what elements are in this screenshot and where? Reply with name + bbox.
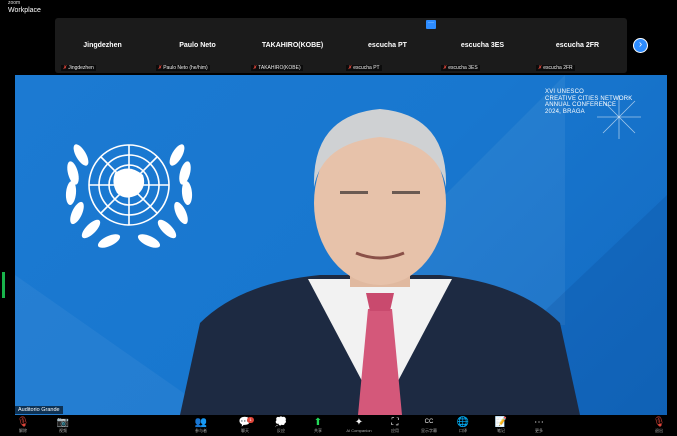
notes-icon: 📝 [494, 417, 508, 428]
title-bar: zoom Workplace [0, 0, 677, 18]
toolbar-label: 口译 [459, 428, 467, 433]
muted-mic-icon: 🎙 [16, 417, 30, 428]
participant-tile[interactable]: TAKAHIRO(KOBE) ✗TAKAHIRO(KOBE) [245, 18, 340, 73]
strip-view-toggle[interactable]: ··· [426, 20, 436, 29]
participant-name: Jingdezhen [83, 42, 122, 49]
muted-mic-icon: ✗ [253, 65, 258, 71]
muted-mic-icon: ✗ [348, 65, 353, 71]
participant-name: Paulo Neto [179, 42, 216, 49]
muted-mic-icon: ✗ [158, 65, 163, 71]
toolbar-label: 退出 [655, 428, 663, 433]
captions-icon: CC [424, 419, 434, 425]
chat-icon: 💬 [238, 417, 252, 428]
chat-count-badge: 1 [247, 417, 254, 423]
participant-name: escucha PT [368, 42, 407, 49]
leave-icon: 🎙 [652, 417, 666, 428]
participant-tile[interactable]: escucha 3ES ✗escucha 3ES [435, 18, 530, 73]
participant-name: escucha 3ES [460, 42, 505, 49]
left-edge-indicator [2, 272, 5, 298]
muted-mic-icon: ✗ [63, 65, 68, 71]
sunburst-logo-icon [597, 95, 641, 139]
meeting-toolbar: 🎙 解除 📷 视频 👥 参与者 1 💬 聊天 💭 反应 ⬆ 共享 ✦ AI Co… [0, 416, 677, 436]
toolbar-label: AI Companion [346, 428, 372, 433]
captions-button[interactable]: CC 显示字幕 [414, 417, 444, 436]
participant-name-tag: ✗Paulo Neto (he/him) [156, 65, 210, 71]
share-button[interactable]: ⬆ 共享 [303, 417, 333, 436]
toolbar-label: 聊天 [241, 428, 249, 433]
toolbar-label: 视频 [59, 428, 67, 433]
participant-name-tag: ✗escucha 2FR [536, 65, 575, 71]
toolbar-label: 更多 [535, 428, 543, 433]
reaction-icon: 💭 [274, 417, 288, 428]
toolbar-label: 参与者 [195, 428, 207, 433]
participant-tile[interactable]: escucha 2FR ✗escucha 2FR [530, 18, 625, 73]
interpretation-button[interactable]: 🌐 口译 [448, 417, 478, 436]
apps-icon: ⛶ [391, 417, 399, 428]
leave-button[interactable]: 🎙 退出 [644, 417, 674, 436]
speaker-name-tag: Auditorio Grande [15, 406, 63, 414]
share-screen-icon: ⬆ [313, 417, 323, 428]
toolbar-label: 反应 [277, 428, 285, 433]
toolbar-label: 笔记 [497, 428, 505, 433]
toolbar-label: 共享 [314, 428, 322, 433]
participant-name-tag: ✗Jingdezhen [61, 65, 96, 71]
participants-icon: 👥 [194, 417, 208, 428]
ai-companion-button[interactable]: ✦ AI Companion [338, 417, 380, 436]
toolbar-label: 解除 [19, 428, 27, 433]
participant-name-tag: ✗TAKAHIRO(KOBE) [251, 65, 303, 71]
participant-strip: Jingdezhen ✗Jingdezhen Paulo Neto ✗Paulo… [55, 18, 627, 73]
participant-name: escucha 2FR [555, 42, 600, 49]
unmute-button[interactable]: 🎙 解除 [8, 417, 38, 436]
participants-button[interactable]: 👥 参与者 [186, 417, 216, 436]
app-title: Workplace [8, 7, 41, 14]
toolbar-label: 显示字幕 [421, 428, 437, 433]
speaker-video-image [180, 109, 580, 415]
more-icon: ⋯ [534, 417, 544, 428]
video-button[interactable]: 📷 视频 [48, 417, 78, 436]
participant-name-tag: ✗escucha PT [346, 65, 382, 71]
notes-button[interactable]: 📝 笔记 [486, 417, 516, 436]
muted-mic-icon: ✗ [443, 65, 448, 71]
reactions-button[interactable]: 💭 反应 [266, 417, 296, 436]
apps-button[interactable]: ⛶ 应用 [380, 417, 410, 436]
participant-tile[interactable]: escucha PT ✗escucha PT [340, 18, 435, 73]
camera-off-icon: 📷 [56, 417, 70, 428]
participant-name-tag: ✗escucha 3ES [441, 65, 480, 71]
participant-name: TAKAHIRO(KOBE) [261, 42, 324, 49]
ai-sparkle-icon: ✦ [354, 417, 364, 428]
chat-button[interactable]: 1 💬 聊天 [230, 417, 260, 436]
more-button[interactable]: ⋯ 更多 [524, 417, 554, 436]
muted-mic-icon: ✗ [538, 65, 543, 71]
main-video: XVI UNESCO CREATIVE CITIES NETWORK ANNUA… [15, 75, 667, 415]
globe-icon: 🌐 [456, 417, 470, 428]
participant-tile[interactable]: Paulo Neto ✗Paulo Neto (he/him) [150, 18, 245, 73]
participant-tile[interactable]: Jingdezhen ✗Jingdezhen [55, 18, 150, 73]
toolbar-label: 应用 [391, 428, 399, 433]
next-page-button[interactable]: › [633, 38, 648, 53]
